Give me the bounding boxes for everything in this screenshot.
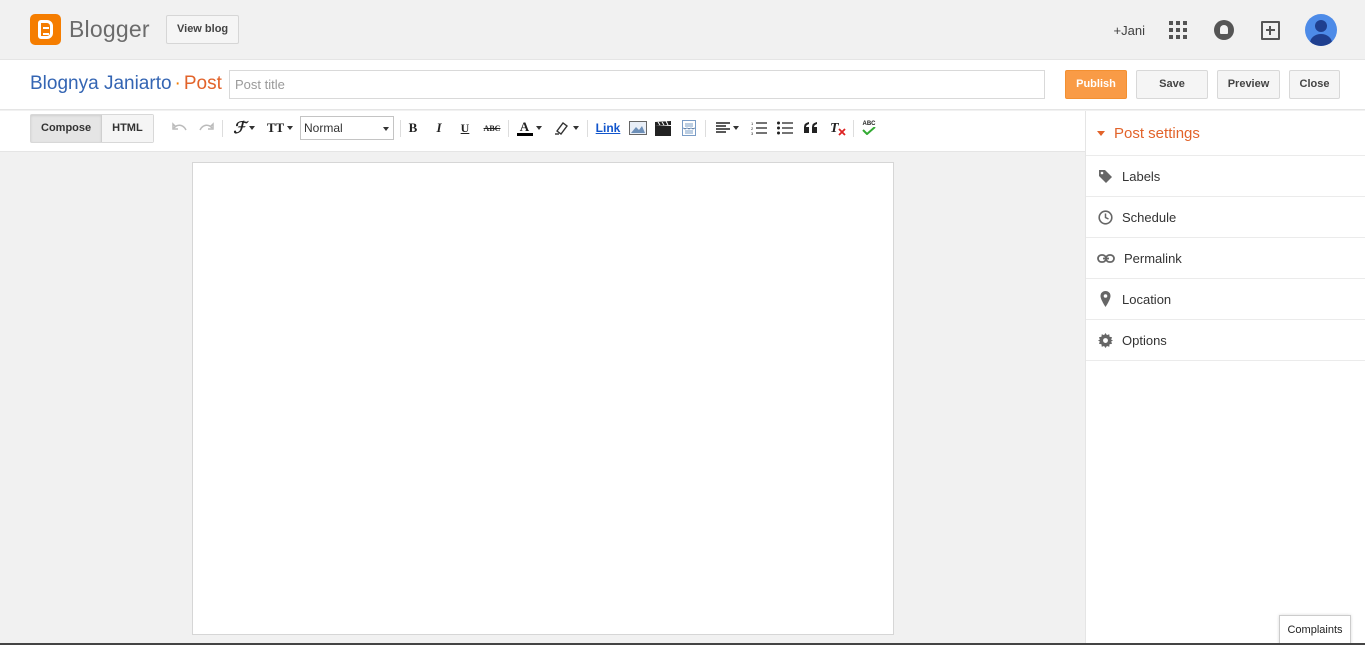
sidebar-item-label: Location	[1122, 291, 1172, 307]
pin-icon	[1097, 291, 1113, 307]
sidebar-item-schedule[interactable]: Schedule	[1086, 197, 1365, 238]
sidebar-item-label: Options	[1122, 332, 1167, 348]
sidebar-item-options[interactable]: Options	[1086, 320, 1365, 361]
highlight-color-icon[interactable]	[551, 117, 581, 139]
editor-toolbar: Compose HTML ℱ TT Normal B I U ABC A Lin…	[0, 111, 1085, 152]
logo-text: Blogger	[69, 16, 150, 42]
strikethrough-button[interactable]: ABC	[482, 117, 502, 139]
svg-text:T: T	[830, 121, 840, 136]
add-post-icon[interactable]	[1259, 19, 1281, 41]
toolbar-divider	[705, 120, 706, 137]
insert-jump-break-icon[interactable]	[680, 117, 698, 139]
align-icon[interactable]	[712, 117, 742, 139]
notifications-bell-icon[interactable]	[1213, 19, 1235, 41]
link-icon	[1097, 250, 1115, 266]
remove-formatting-icon[interactable]: T	[828, 117, 848, 139]
compose-tab[interactable]: Compose	[31, 115, 103, 142]
quote-icon[interactable]	[802, 117, 820, 139]
insert-image-icon[interactable]	[628, 117, 648, 139]
font-size-icon[interactable]: TT	[265, 117, 295, 139]
post-settings-panel: Post settings Labels Schedule Permalink …	[1085, 111, 1365, 645]
sidebar-item-label: Labels	[1122, 168, 1161, 184]
undo-icon[interactable]	[171, 117, 189, 139]
post-settings-header[interactable]: Post settings	[1086, 111, 1365, 156]
html-tab[interactable]: HTML	[102, 115, 153, 142]
sidebar-item-label: Permalink	[1124, 250, 1182, 266]
blogger-logo[interactable]: Blogger	[30, 14, 150, 45]
redo-icon[interactable]	[197, 117, 215, 139]
italic-button[interactable]: I	[431, 117, 447, 139]
view-blog-button[interactable]: View blog	[166, 15, 240, 44]
tag-icon	[1097, 168, 1113, 184]
collapse-triangle-icon	[1097, 130, 1105, 136]
gear-icon	[1097, 332, 1113, 348]
insert-link-button[interactable]: Link	[595, 117, 621, 139]
text-color-icon[interactable]: A	[514, 117, 544, 139]
close-button[interactable]: Close	[1289, 70, 1340, 99]
post-title-input[interactable]	[229, 70, 1045, 99]
underline-button[interactable]: U	[457, 117, 473, 139]
profile-name-link[interactable]: +Jani	[1114, 23, 1145, 38]
toolbar-divider	[587, 120, 588, 137]
insert-video-icon[interactable]	[654, 117, 672, 139]
font-family-icon[interactable]: ℱ	[229, 117, 259, 139]
complaints-button[interactable]: Complaints	[1279, 615, 1351, 645]
apps-grid-icon[interactable]	[1167, 19, 1189, 41]
toolbar-divider	[853, 120, 854, 137]
toolbar-divider	[400, 120, 401, 137]
save-button[interactable]: Save	[1136, 70, 1208, 99]
blogger-logo-icon	[30, 14, 61, 45]
text-color-letter: A	[519, 119, 530, 134]
bold-button[interactable]: B	[405, 117, 421, 139]
post-settings-title: Post settings	[1114, 124, 1200, 142]
bulleted-list-icon[interactable]	[776, 117, 794, 139]
sidebar-item-labels[interactable]: Labels	[1086, 156, 1365, 197]
sidebar-item-location[interactable]: Location	[1086, 279, 1365, 320]
paragraph-format-select[interactable]: Normal	[300, 116, 394, 140]
clock-icon	[1097, 209, 1113, 225]
mode-switch: Compose HTML	[30, 114, 154, 143]
format-value: Normal	[304, 121, 343, 135]
breadcrumb: Blognya Janiarto · Post	[30, 73, 222, 95]
spellcheck-icon[interactable]: ABC	[860, 117, 878, 139]
page-title: Post	[183, 73, 222, 94]
svg-text:3: 3	[751, 131, 754, 135]
account-area: +Jani	[1114, 13, 1337, 47]
sidebar-item-label: Schedule	[1122, 209, 1177, 225]
post-header-bar: Blognya Janiarto·Post Publish Save Previ…	[0, 60, 1365, 110]
breadcrumb-separator: ·	[174, 73, 181, 94]
preview-button[interactable]: Preview	[1217, 70, 1280, 99]
avatar[interactable]	[1305, 14, 1337, 46]
toolbar-divider	[222, 120, 223, 137]
toolbar-divider	[508, 120, 509, 137]
post-body-editor[interactable]	[192, 162, 894, 635]
sidebar-item-permalink[interactable]: Permalink	[1086, 238, 1365, 279]
numbered-list-icon[interactable]: 123	[750, 117, 768, 139]
top-bar: Blogger View blog +Jani	[0, 0, 1365, 60]
blog-name-link[interactable]: Blognya Janiarto	[30, 73, 172, 94]
publish-button[interactable]: Publish	[1065, 70, 1127, 99]
